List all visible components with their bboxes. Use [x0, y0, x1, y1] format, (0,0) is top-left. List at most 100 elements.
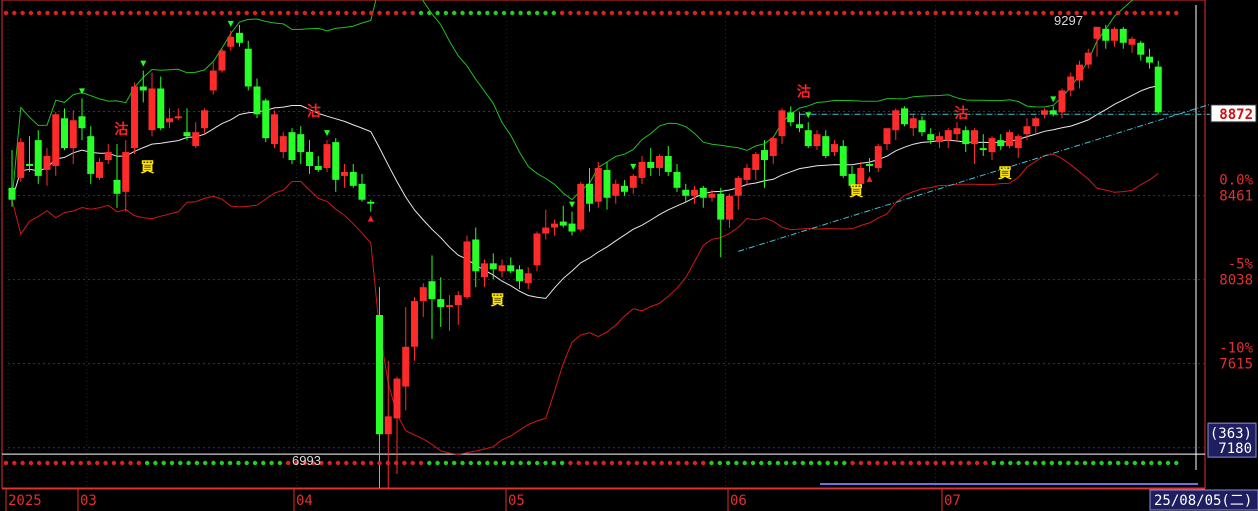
candle[interactable] — [498, 265, 506, 272]
candle[interactable] — [551, 223, 558, 228]
candle[interactable] — [323, 144, 331, 168]
candle[interactable] — [918, 120, 926, 133]
candle[interactable] — [796, 124, 803, 129]
candle[interactable] — [769, 138, 777, 157]
candle[interactable] — [358, 183, 366, 200]
candle[interactable] — [192, 132, 200, 147]
candle[interactable] — [1154, 66, 1162, 113]
candle[interactable] — [78, 116, 86, 129]
candle[interactable] — [393, 378, 401, 419]
candle[interactable] — [577, 183, 585, 230]
candle[interactable] — [1014, 136, 1022, 149]
candle[interactable] — [568, 223, 576, 232]
candle[interactable] — [1128, 38, 1136, 45]
candle[interactable] — [594, 167, 602, 202]
candle[interactable] — [752, 154, 760, 170]
candle[interactable] — [953, 128, 961, 135]
candle[interactable] — [376, 315, 383, 435]
candle[interactable] — [542, 227, 550, 234]
candle[interactable] — [402, 346, 410, 387]
candle[interactable] — [647, 161, 655, 168]
candle[interactable] — [332, 142, 340, 180]
candle[interactable] — [1076, 64, 1083, 81]
candle[interactable] — [804, 130, 812, 147]
candle[interactable] — [314, 165, 322, 170]
candle[interactable] — [708, 193, 716, 198]
candle[interactable] — [262, 100, 270, 139]
candle[interactable] — [944, 130, 952, 141]
candle[interactable] — [52, 114, 60, 166]
candle[interactable] — [349, 171, 357, 186]
candle[interactable] — [682, 189, 690, 196]
candle[interactable] — [1006, 132, 1013, 147]
candle[interactable] — [1032, 118, 1040, 127]
candle[interactable] — [113, 179, 121, 194]
candle[interactable] — [516, 269, 523, 282]
candle[interactable] — [428, 281, 436, 300]
candle[interactable] — [384, 416, 392, 435]
candle[interactable] — [297, 134, 305, 153]
candle[interactable] — [1111, 28, 1118, 41]
candle[interactable] — [157, 88, 165, 129]
candle[interactable] — [253, 86, 261, 115]
candle[interactable] — [524, 273, 532, 284]
candle[interactable] — [96, 161, 103, 178]
candle[interactable] — [761, 150, 768, 160]
candle[interactable] — [813, 134, 821, 147]
candle[interactable] — [1049, 110, 1057, 115]
candle[interactable] — [673, 171, 681, 188]
candle[interactable] — [612, 183, 620, 196]
candle[interactable] — [306, 152, 313, 166]
candle[interactable] — [787, 112, 795, 123]
candle[interactable] — [139, 86, 147, 91]
candle[interactable] — [34, 140, 42, 176]
candle[interactable] — [1137, 42, 1145, 55]
candle[interactable] — [61, 118, 68, 149]
candle[interactable] — [988, 138, 996, 153]
candle[interactable] — [866, 163, 873, 166]
candle[interactable] — [1084, 52, 1092, 65]
candle[interactable] — [1067, 76, 1075, 91]
candle[interactable] — [26, 163, 33, 166]
candle[interactable] — [621, 185, 628, 192]
candle[interactable] — [1119, 28, 1127, 43]
candle[interactable] — [822, 136, 830, 157]
candle[interactable] — [227, 36, 235, 47]
candle[interactable] — [218, 50, 226, 71]
candle[interactable] — [979, 148, 987, 151]
candle[interactable] — [839, 146, 847, 176]
candle[interactable] — [1146, 56, 1153, 63]
candle[interactable] — [734, 177, 742, 196]
candle[interactable] — [201, 110, 208, 129]
candle[interactable] — [717, 193, 725, 220]
candle[interactable] — [87, 136, 95, 174]
candle[interactable] — [743, 167, 751, 180]
candle[interactable] — [122, 152, 130, 192]
candle[interactable] — [936, 136, 943, 143]
candle[interactable] — [463, 241, 471, 298]
candle[interactable] — [437, 299, 445, 308]
candle[interactable] — [454, 295, 462, 306]
candle[interactable] — [586, 183, 593, 204]
candle[interactable] — [472, 239, 480, 272]
candle[interactable] — [971, 130, 978, 145]
candle[interactable] — [997, 140, 1005, 147]
candle[interactable] — [166, 118, 173, 123]
candle[interactable] — [656, 156, 663, 168]
candle[interactable] — [901, 108, 908, 125]
candle[interactable] — [174, 116, 182, 119]
candle[interactable] — [533, 233, 541, 266]
candle[interactable] — [489, 263, 497, 270]
candle[interactable] — [857, 167, 865, 184]
candle[interactable] — [603, 169, 611, 198]
candle[interactable] — [638, 161, 646, 178]
candle[interactable] — [446, 305, 453, 308]
candle[interactable] — [148, 88, 156, 131]
candle[interactable] — [699, 187, 707, 198]
candle[interactable] — [279, 136, 287, 153]
candle[interactable] — [909, 118, 917, 129]
candle[interactable] — [183, 132, 191, 137]
candle[interactable] — [1023, 126, 1031, 135]
candle[interactable] — [726, 195, 733, 220]
candle[interactable] — [69, 120, 77, 149]
